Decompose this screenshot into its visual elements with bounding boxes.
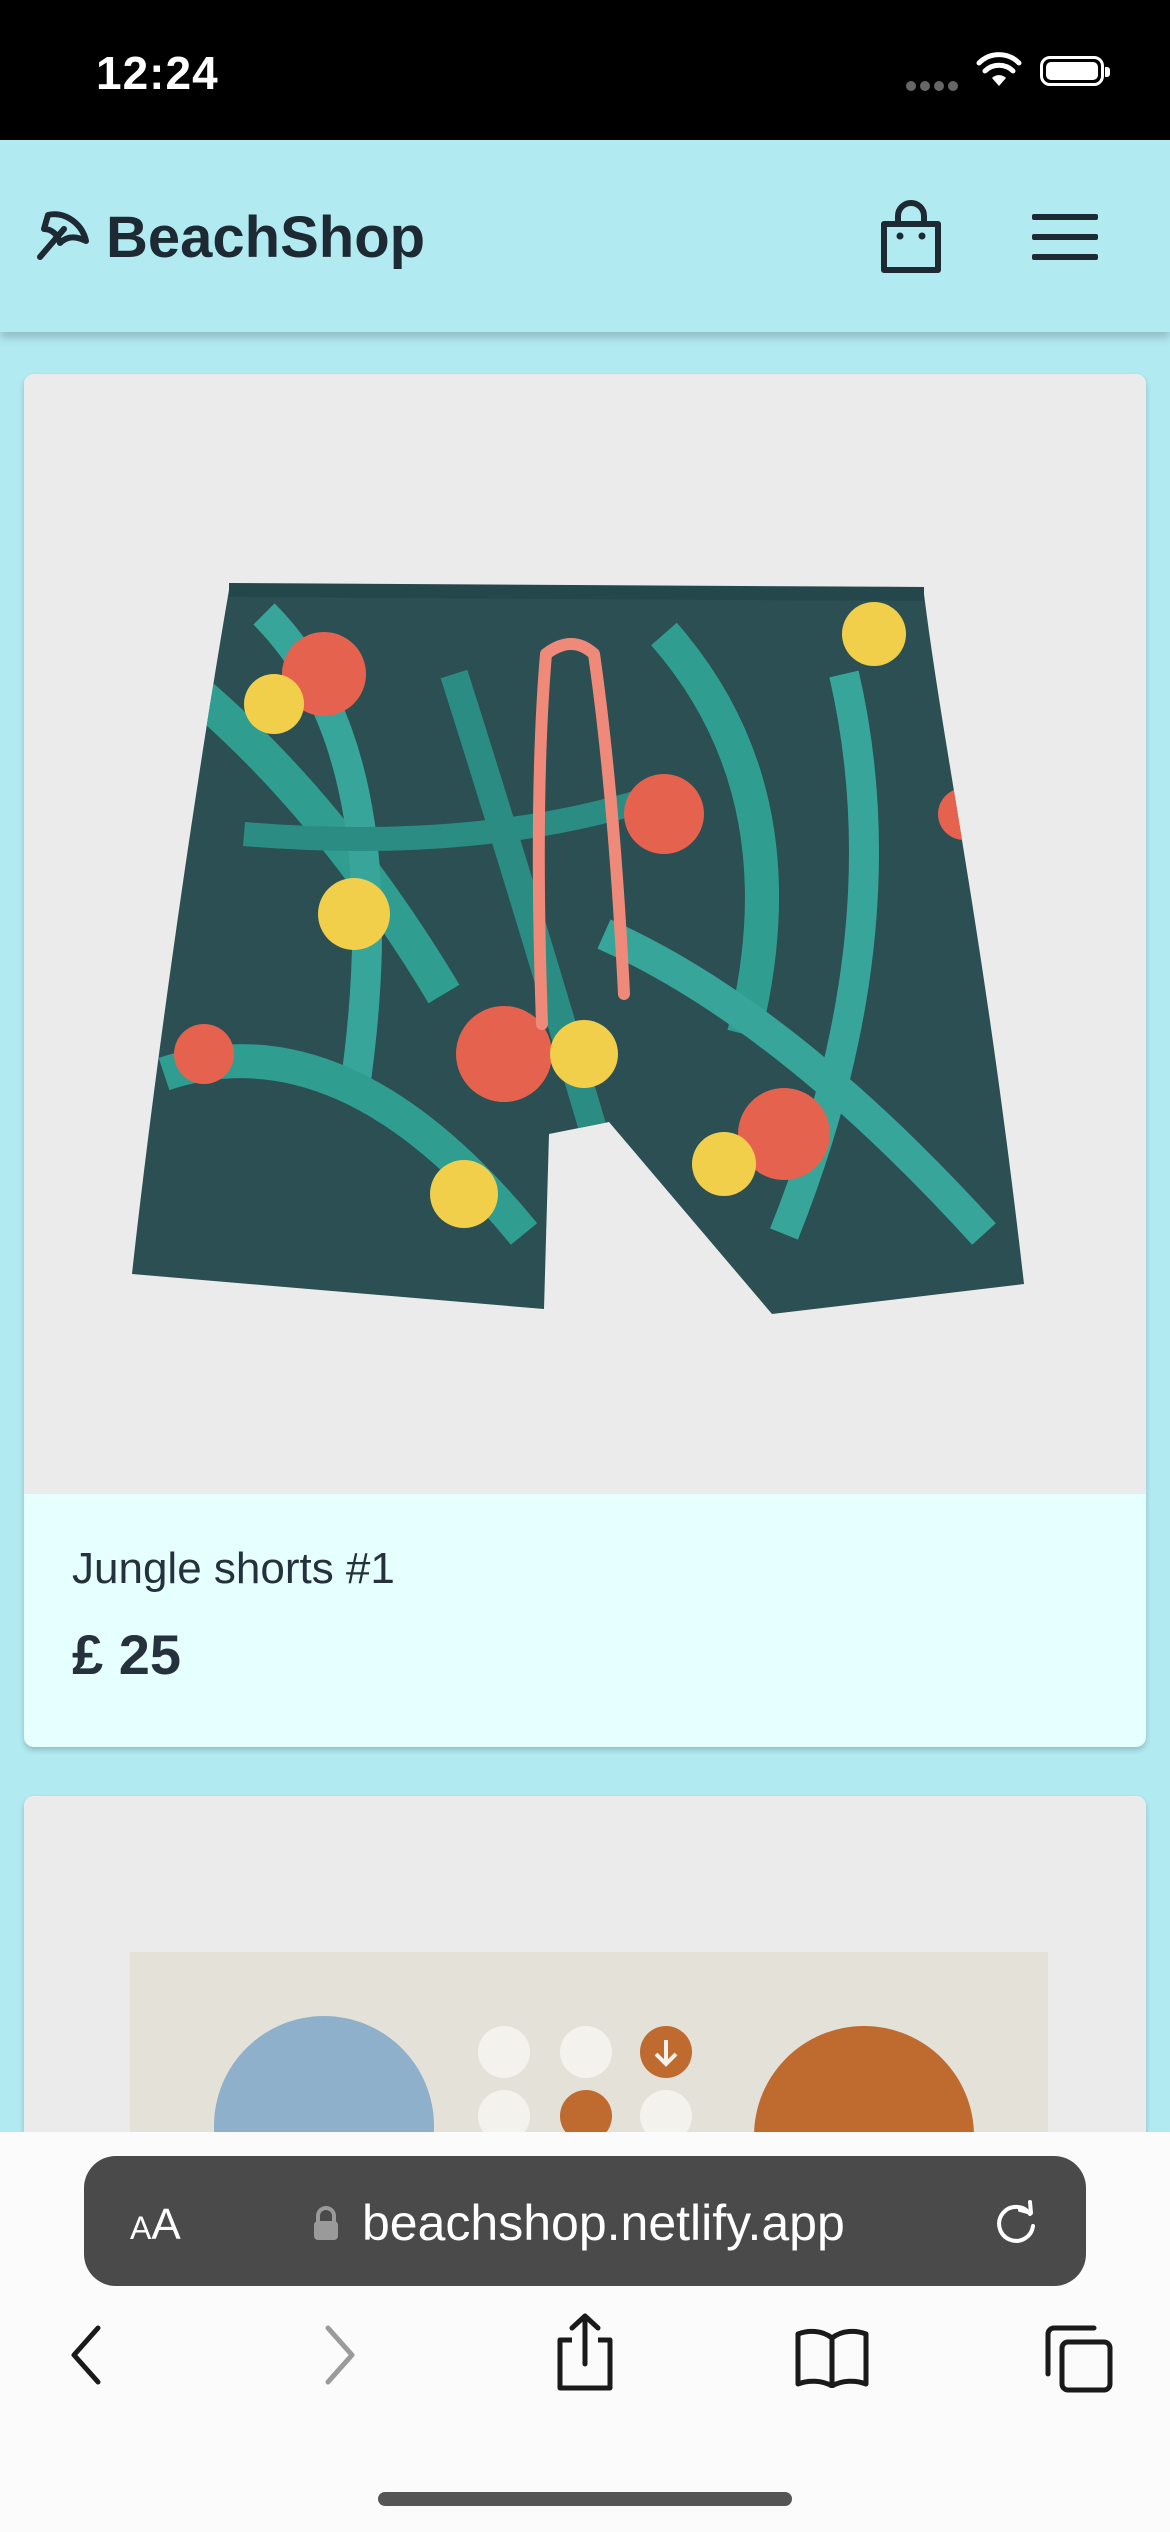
share-icon[interactable] (552, 2312, 618, 2392)
product-price: £ 25 (72, 1623, 181, 1686)
address-bar[interactable]: AA beachshop.netlify.app (84, 2156, 1086, 2286)
site-header: BeachShop (0, 140, 1170, 332)
url-text[interactable]: beachshop.netlify.app (362, 2194, 845, 2252)
browser-toolbar: AA beachshop.netlify.app (0, 2132, 1170, 2532)
cellular-signal-icon (906, 78, 962, 96)
forward-icon[interactable] (320, 2322, 360, 2388)
battery-icon (1040, 56, 1110, 86)
brand-logo[interactable]: BeachShop (30, 204, 425, 271)
home-indicator[interactable] (378, 2492, 792, 2506)
bookmarks-icon[interactable] (794, 2328, 870, 2388)
menu-icon[interactable] (1030, 212, 1100, 262)
wifi-icon (976, 52, 1022, 86)
tabs-icon[interactable] (1044, 2324, 1114, 2394)
product-image[interactable] (24, 374, 1146, 1494)
lock-icon (314, 2206, 338, 2240)
brand-name: BeachShop (106, 205, 426, 270)
product-card[interactable]: Jungle shorts #1 £ 25 (24, 374, 1146, 1747)
back-icon[interactable] (66, 2322, 106, 2388)
product-title[interactable]: Jungle shorts #1 (72, 1544, 395, 1594)
text-size-button[interactable]: AA (130, 2200, 181, 2250)
status-bar: 12:24 (0, 0, 1170, 140)
umbrella-icon (37, 210, 89, 260)
status-time: 12:24 (96, 47, 219, 99)
shopping-bag-icon[interactable] (876, 200, 946, 276)
reload-icon[interactable] (990, 2196, 1042, 2248)
